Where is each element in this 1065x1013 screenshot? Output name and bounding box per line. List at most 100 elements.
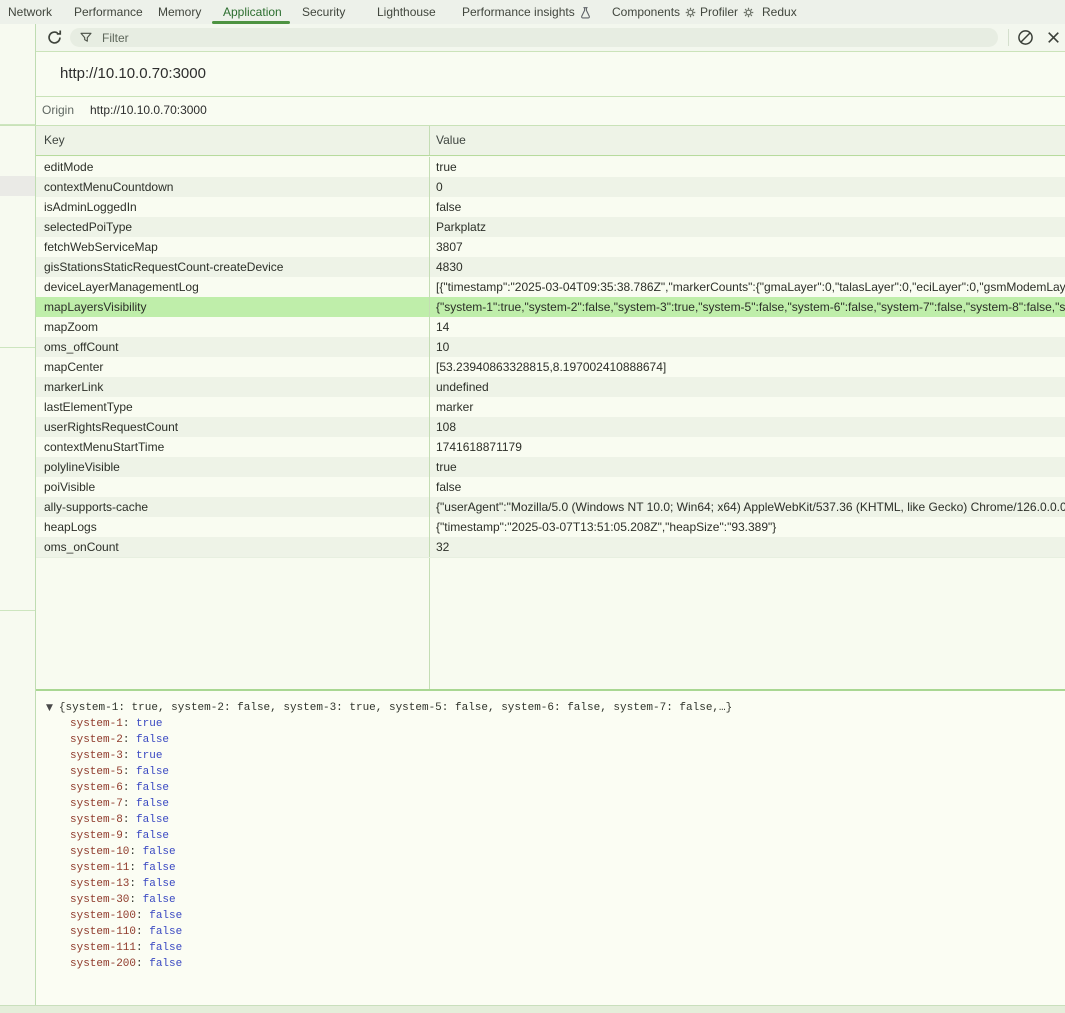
table-row[interactable]: fetchWebServiceMap3807	[36, 237, 1065, 257]
tab-performance-insights[interactable]: Performance insights	[462, 0, 591, 24]
row-key[interactable]: fetchWebServiceMap	[36, 237, 430, 257]
table-row[interactable]: contextMenuCountdown0	[36, 177, 1065, 197]
table-row[interactable]: isAdminLoggedInfalse	[36, 197, 1065, 217]
row-value[interactable]: [{"timestamp":"2025-03-04T09:35:38.786Z"…	[430, 277, 1065, 297]
row-value[interactable]: true	[430, 157, 1065, 177]
row-key[interactable]: gisStationsStaticRequestCount-createDevi…	[36, 257, 430, 277]
close-icon[interactable]	[1045, 29, 1062, 46]
table-row[interactable]: gisStationsStaticRequestCount-createDevi…	[36, 257, 1065, 277]
table-row[interactable]: deviceLayerManagementLog[{"timestamp":"2…	[36, 277, 1065, 297]
row-key[interactable]: mapLayersVisibility	[36, 297, 430, 317]
column-header-key[interactable]: Key	[36, 126, 430, 155]
tab-network[interactable]: Network	[8, 0, 52, 24]
tab-redux[interactable]: Redux	[762, 0, 797, 24]
row-value[interactable]: 108	[430, 417, 1065, 437]
object-property[interactable]: system-2: false	[70, 732, 182, 748]
tab-profiler[interactable]: Profiler	[700, 0, 754, 24]
row-key[interactable]: selectedPoiType	[36, 217, 430, 237]
sidebar-divider	[0, 347, 35, 348]
table-row[interactable]: editModetrue	[36, 157, 1065, 177]
refresh-button[interactable]	[46, 29, 64, 47]
row-value[interactable]: 1741618871179	[430, 437, 1065, 457]
tab-lighthouse[interactable]: Lighthouse	[377, 0, 436, 24]
object-property[interactable]: system-110: false	[70, 924, 182, 940]
table-row[interactable]: selectedPoiTypeParkplatz	[36, 217, 1065, 237]
table-row[interactable]: oms_offCount10	[36, 337, 1065, 357]
object-property[interactable]: system-11: false	[70, 860, 182, 876]
clear-storage-icon[interactable]	[1017, 29, 1034, 46]
object-property[interactable]: system-200: false	[70, 956, 182, 972]
bottom-scrollbar-strip[interactable]	[0, 1005, 1065, 1013]
row-key[interactable]: contextMenuCountdown	[36, 177, 430, 197]
tab-memory[interactable]: Memory	[158, 0, 201, 24]
row-value[interactable]: true	[430, 457, 1065, 477]
row-value[interactable]: {"userAgent":"Mozilla/5.0 (Windows NT 10…	[430, 497, 1065, 517]
row-value[interactable]: Parkplatz	[430, 217, 1065, 237]
column-header-value[interactable]: Value	[430, 126, 1065, 155]
row-key[interactable]: ally-supports-cache	[36, 497, 430, 517]
object-property[interactable]: system-7: false	[70, 796, 182, 812]
filter-box[interactable]	[70, 28, 998, 47]
object-property[interactable]: system-1: true	[70, 716, 182, 732]
object-property[interactable]: system-10: false	[70, 844, 182, 860]
row-key[interactable]: lastElementType	[36, 397, 430, 417]
table-row[interactable]: userRightsRequestCount108	[36, 417, 1065, 437]
row-value[interactable]: 10	[430, 337, 1065, 357]
object-property[interactable]: system-100: false	[70, 908, 182, 924]
row-value[interactable]: 4830	[430, 257, 1065, 277]
row-key[interactable]: isAdminLoggedIn	[36, 197, 430, 217]
row-key[interactable]: markerLink	[36, 377, 430, 397]
row-key[interactable]: mapZoom	[36, 317, 430, 337]
tab-security[interactable]: Security	[302, 0, 345, 24]
table-row[interactable]: mapCenter[53.23940863328815,8.1970024108…	[36, 357, 1065, 377]
row-value[interactable]: {"timestamp":"2025-03-07T13:51:05.208Z",…	[430, 517, 1065, 537]
row-value[interactable]: [53.23940863328815,8.197002410888674]	[430, 357, 1065, 377]
row-key[interactable]: contextMenuStartTime	[36, 437, 430, 457]
row-value[interactable]: marker	[430, 397, 1065, 417]
storage-title: http://10.10.0.70:3000	[60, 65, 206, 82]
table-row[interactable]: oms_onCount32	[36, 537, 1065, 558]
table-row[interactable]: contextMenuStartTime1741618871179	[36, 437, 1065, 457]
sidebar-tree-selected-sliver[interactable]	[0, 176, 35, 196]
table-row[interactable]: polylineVisibletrue	[36, 457, 1065, 477]
table-row[interactable]: ally-supports-cache{"userAgent":"Mozilla…	[36, 497, 1065, 517]
row-key[interactable]: polylineVisible	[36, 457, 430, 477]
object-property[interactable]: system-111: false	[70, 940, 182, 956]
tab-performance[interactable]: Performance	[74, 0, 143, 24]
object-property[interactable]: system-3: true	[70, 748, 182, 764]
table-row[interactable]: mapZoom14	[36, 317, 1065, 337]
row-value[interactable]: 32	[430, 537, 1065, 557]
object-property[interactable]: system-30: false	[70, 892, 182, 908]
row-value[interactable]: 3807	[430, 237, 1065, 257]
row-key[interactable]: userRightsRequestCount	[36, 417, 430, 437]
row-key[interactable]: oms_offCount	[36, 337, 430, 357]
row-value[interactable]: {"system-1":true,"system-2":false,"syste…	[430, 297, 1065, 317]
origin-label: Origin	[42, 103, 74, 117]
row-key[interactable]: deviceLayerManagementLog	[36, 277, 430, 297]
expand-triangle-icon[interactable]: ▼	[46, 703, 53, 713]
object-property[interactable]: system-6: false	[70, 780, 182, 796]
object-preview-summary[interactable]: ▼{system-1: true, system-2: false, syste…	[46, 700, 732, 716]
gear-icon	[743, 7, 754, 18]
object-property[interactable]: system-5: false	[70, 764, 182, 780]
row-value[interactable]: 14	[430, 317, 1065, 337]
row-key[interactable]: heapLogs	[36, 517, 430, 537]
row-key[interactable]: mapCenter	[36, 357, 430, 377]
row-key[interactable]: oms_onCount	[36, 537, 430, 557]
table-row[interactable]: heapLogs{"timestamp":"2025-03-07T13:51:0…	[36, 517, 1065, 537]
object-property[interactable]: system-8: false	[70, 812, 182, 828]
row-key[interactable]: editMode	[36, 157, 430, 177]
row-key[interactable]: poiVisible	[36, 477, 430, 497]
row-value[interactable]: 0	[430, 177, 1065, 197]
row-value[interactable]: false	[430, 197, 1065, 217]
tab-components[interactable]: Components	[612, 0, 696, 24]
object-property[interactable]: system-13: false	[70, 876, 182, 892]
filter-input[interactable]	[100, 30, 944, 46]
object-property[interactable]: system-9: false	[70, 828, 182, 844]
row-value[interactable]: undefined	[430, 377, 1065, 397]
table-row[interactable]: lastElementTypemarker	[36, 397, 1065, 417]
table-row[interactable]: poiVisiblefalse	[36, 477, 1065, 497]
table-row[interactable]: markerLinkundefined	[36, 377, 1065, 397]
row-value[interactable]: false	[430, 477, 1065, 497]
table-row-selected[interactable]: mapLayersVisibility{"system-1":true,"sys…	[36, 297, 1065, 317]
